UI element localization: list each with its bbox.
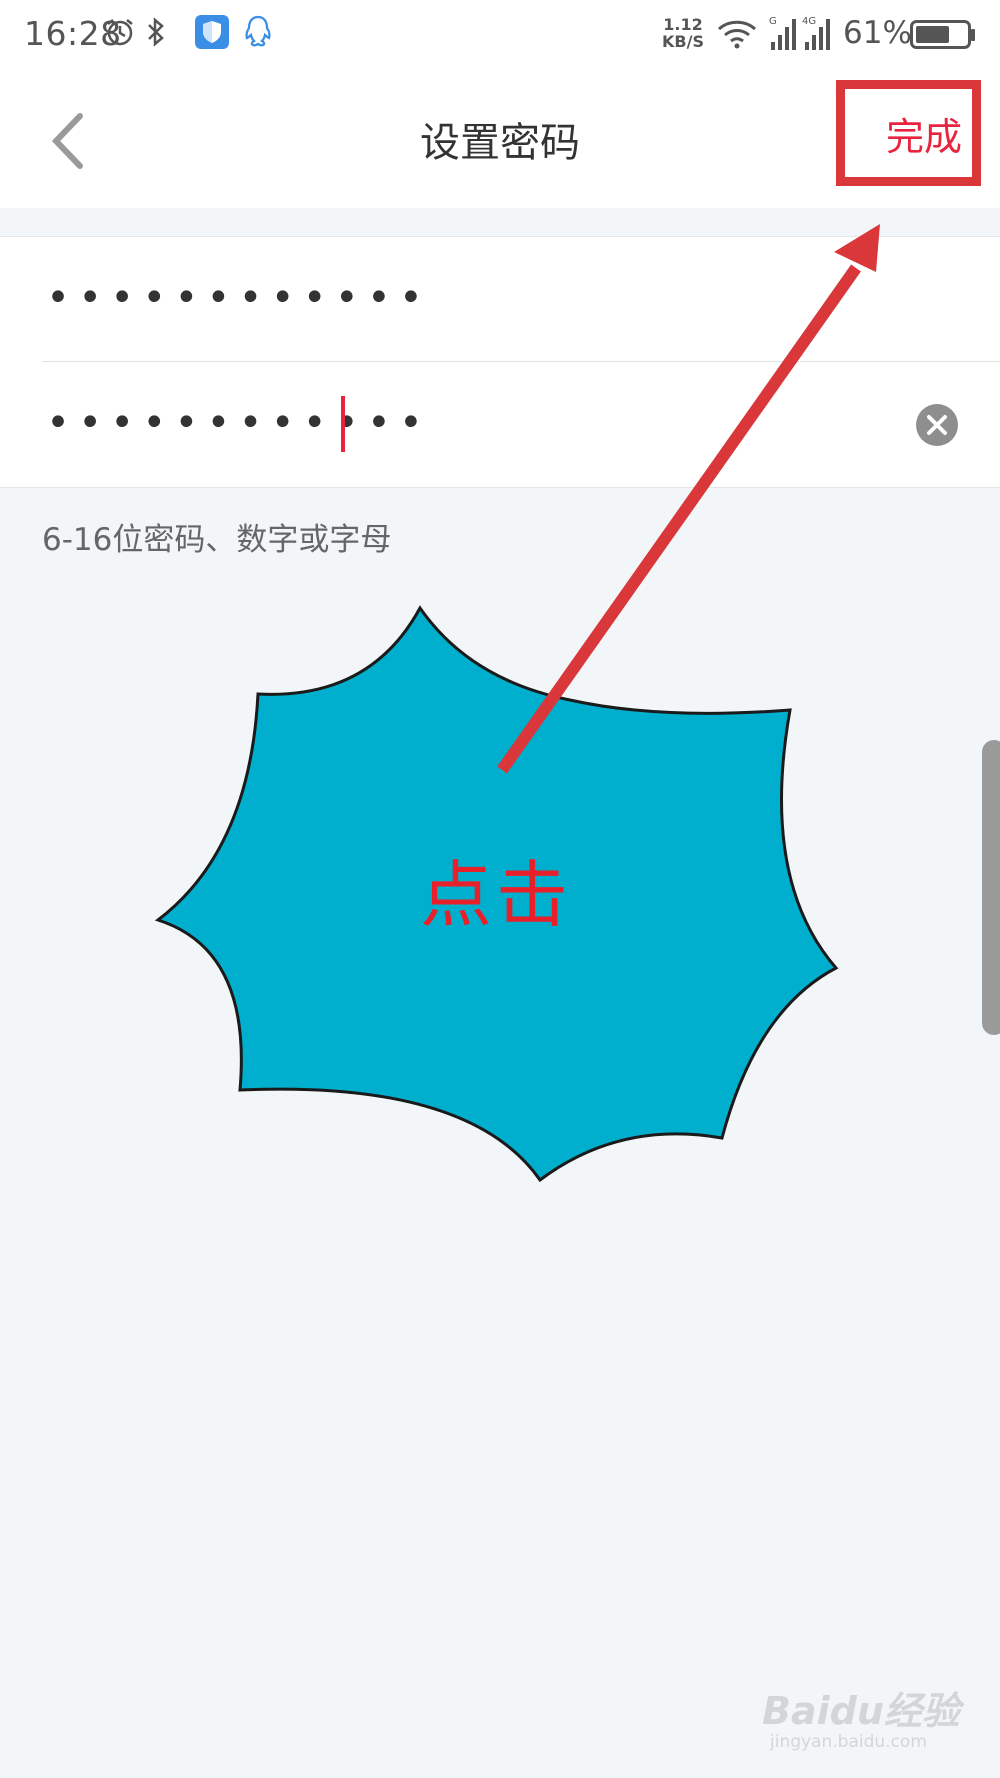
watermark-logo: Baidu经验 <box>762 1689 960 1733</box>
signal-label-1: G <box>769 16 777 27</box>
battery-percent: 61% <box>843 15 912 51</box>
baidu-watermark: Baidu经验 jingyan.baidu.com <box>762 1680 972 1760</box>
close-icon <box>927 415 947 435</box>
confirm-password-field[interactable]: •••••••••••• <box>42 362 1000 486</box>
edge-scroll-handle[interactable] <box>982 740 1000 1035</box>
qq-icon <box>245 15 271 47</box>
password-hint: 6-16位密码、数字或字母 <box>42 522 392 558</box>
text-cursor <box>341 396 345 452</box>
bluetooth-icon <box>148 17 164 47</box>
done-button-label: 完成 <box>885 114 962 159</box>
status-bar: 16:28 1.12 KB/S G 4G 61% <box>0 0 1000 72</box>
done-button[interactable]: 完成 <box>836 80 981 186</box>
battery-icon <box>910 20 975 49</box>
alarm-icon <box>107 19 133 46</box>
signal-label-2: 4G <box>802 16 816 27</box>
security-shield-icon <box>195 15 229 49</box>
nav-header: 设置密码 完成 <box>0 72 1000 208</box>
clear-input-button[interactable] <box>916 404 958 446</box>
burst-label: 点击 <box>420 853 573 937</box>
wifi-icon <box>717 20 757 49</box>
password-form: •••••••••••• •••••••••••• <box>0 236 1000 488</box>
signal-4g-icon: 4G <box>802 16 830 50</box>
password-mask: •••••••••••• <box>46 275 431 321</box>
network-speed-unit: KB/S <box>662 32 704 51</box>
watermark-url: jingyan.baidu.com <box>770 1732 927 1752</box>
confirm-password-mask: •••••••••••• <box>46 400 431 446</box>
network-speed: 1.12 KB/S <box>658 16 708 50</box>
password-field[interactable]: •••••••••••• <box>42 237 1000 362</box>
network-speed-value: 1.12 <box>663 15 703 34</box>
signal-icon: G <box>769 16 796 50</box>
